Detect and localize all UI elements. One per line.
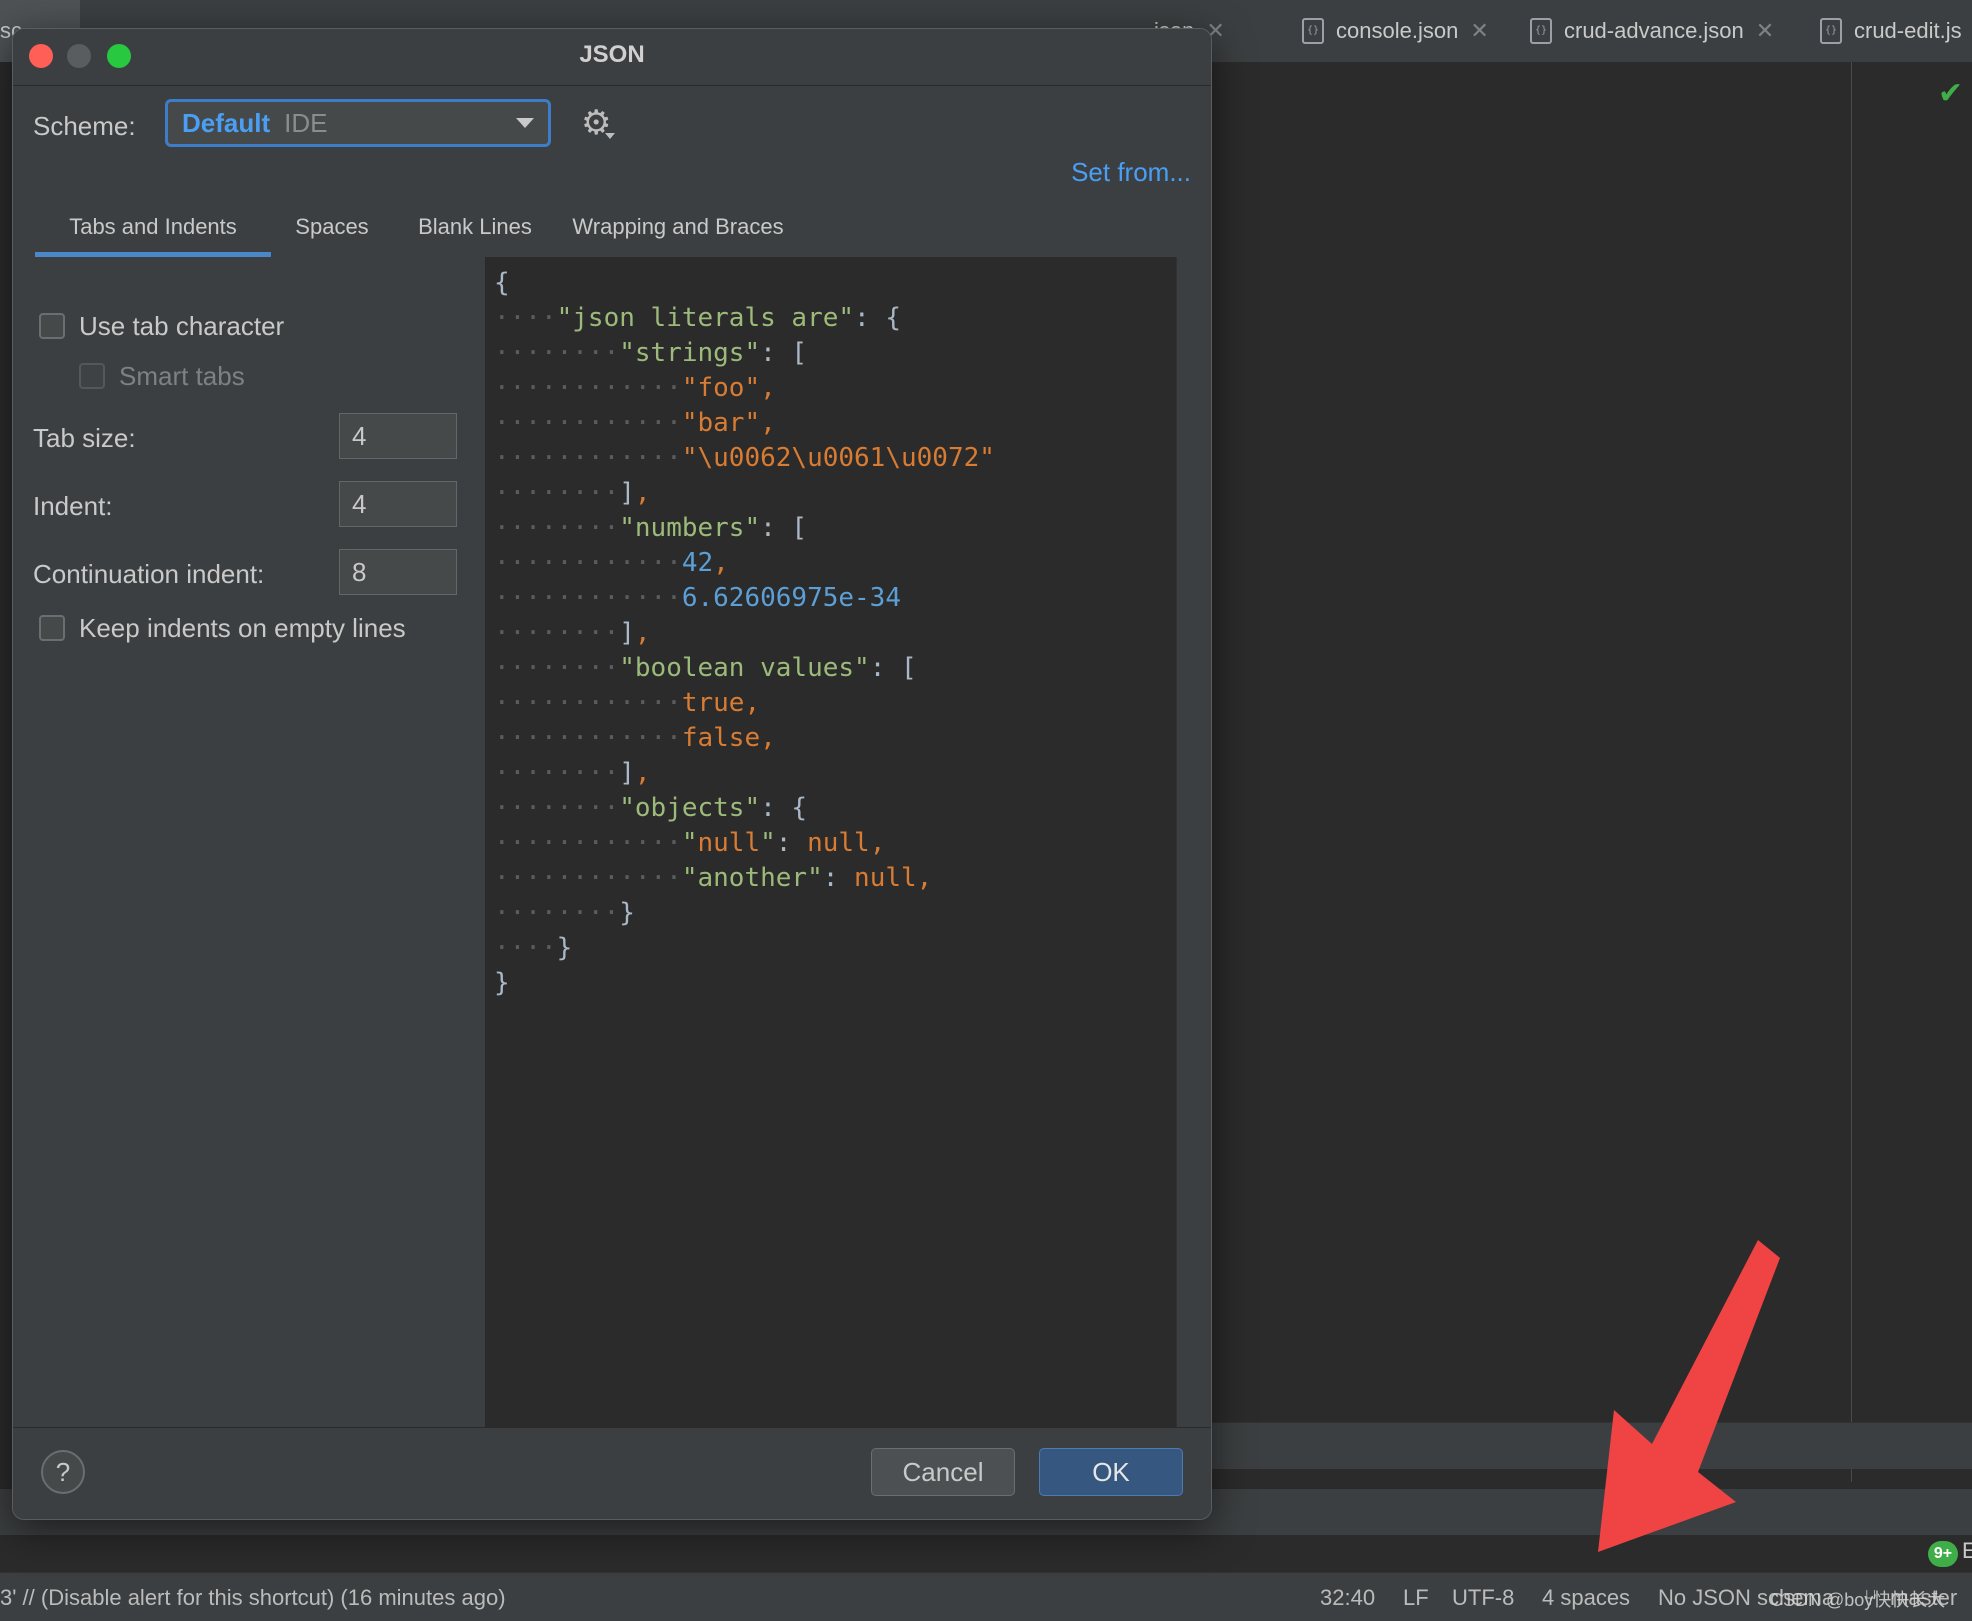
indent-setting[interactable]: 4 spaces xyxy=(1542,1585,1630,1611)
continuation-indent-label: Continuation indent: xyxy=(33,559,265,589)
scheme-type: IDE xyxy=(284,107,328,138)
scheme-label: Scheme: xyxy=(33,111,136,141)
continuation-indent-input[interactable]: 8 xyxy=(339,549,457,595)
editor-area[interactable] xyxy=(1210,62,1972,1422)
red-arrow-annotation xyxy=(1598,1240,1780,1552)
right-margin-line xyxy=(1851,62,1852,1482)
close-icon[interactable]: ✕ xyxy=(1756,18,1774,44)
gear-dropdown-caret xyxy=(605,133,615,139)
tab-label: crud-edit.js xyxy=(1854,18,1962,43)
json-file-icon xyxy=(1820,18,1842,44)
scheme-name: Default xyxy=(182,107,271,138)
code-preview[interactable]: {····"json literals are": {········"stri… xyxy=(486,257,1176,1427)
tab-crud-edit[interactable]: crud-edit.js xyxy=(1820,0,1962,62)
dialog-title: JSON xyxy=(579,41,645,68)
dialog-footer: ? Cancel OK xyxy=(13,1427,1211,1519)
help-button[interactable]: ? xyxy=(41,1450,85,1494)
cancel-button[interactable]: Cancel xyxy=(871,1448,1015,1496)
file-encoding[interactable]: UTF-8 xyxy=(1452,1585,1514,1611)
status-bar: 3' // (Disable alert for this shortcut) … xyxy=(0,1572,1972,1621)
tab-tabs-and-indents[interactable]: Tabs and Indents xyxy=(35,203,271,257)
cursor-position[interactable]: 32:40 xyxy=(1320,1585,1375,1611)
tab-size-label: Tab size: xyxy=(33,423,136,453)
json-code-style-dialog: JSON Scheme: Default IDE ⚙ Set from... T… xyxy=(12,28,1212,1520)
tab-label: crud-advance.json xyxy=(1564,18,1744,43)
tab-blank-lines[interactable]: Blank Lines xyxy=(405,203,545,257)
smart-tabs-checkbox xyxy=(79,363,105,389)
json-file-icon xyxy=(1530,18,1552,44)
check-icon[interactable]: ✔ xyxy=(1938,76,1963,111)
tab-console-json[interactable]: console.json ✕ xyxy=(1302,0,1489,62)
ok-button[interactable]: OK xyxy=(1039,1448,1183,1496)
tool-window-label[interactable]: E xyxy=(1962,1538,1972,1564)
indent-input[interactable]: 4 xyxy=(339,481,457,527)
tab-wrapping-and-braces[interactable]: Wrapping and Braces xyxy=(565,203,791,257)
code-line: } xyxy=(494,968,510,998)
notification-badge[interactable]: 9+ xyxy=(1928,1541,1958,1567)
dialog-titlebar[interactable]: JSON xyxy=(13,29,1211,86)
keep-indents-label[interactable]: Keep indents on empty lines xyxy=(79,613,406,644)
settings-panel: Use tab character Smart tabs Tab size: 4… xyxy=(13,257,486,1427)
set-from-link[interactable]: Set from... xyxy=(1071,157,1191,188)
tab-spaces[interactable]: Spaces xyxy=(279,203,385,257)
preview-scrollbar[interactable] xyxy=(1176,257,1211,1427)
status-message[interactable]: 3' // (Disable alert for this shortcut) … xyxy=(0,1585,506,1611)
watermark: CSDN @boy快快长大 xyxy=(1770,1590,1946,1610)
smart-tabs-label: Smart tabs xyxy=(119,361,245,391)
tab-label: console.json xyxy=(1336,18,1459,43)
line-separator[interactable]: LF xyxy=(1403,1585,1429,1611)
settings-tabs: Tabs and Indents Spaces Blank Lines Wrap… xyxy=(13,203,1211,258)
close-icon[interactable]: ✕ xyxy=(1470,18,1488,44)
json-file-icon xyxy=(1302,18,1324,44)
indent-label: Indent: xyxy=(33,491,113,521)
tab-size-input[interactable]: 4 xyxy=(339,413,457,459)
keep-indents-checkbox[interactable] xyxy=(39,615,65,641)
chevron-down-icon xyxy=(516,118,534,128)
use-tab-character-checkbox[interactable] xyxy=(39,313,65,339)
use-tab-character-label[interactable]: Use tab character xyxy=(79,311,284,342)
tab-crud-advance-json[interactable]: crud-advance.json ✕ xyxy=(1530,0,1774,62)
scheme-dropdown[interactable]: Default IDE xyxy=(165,99,551,147)
